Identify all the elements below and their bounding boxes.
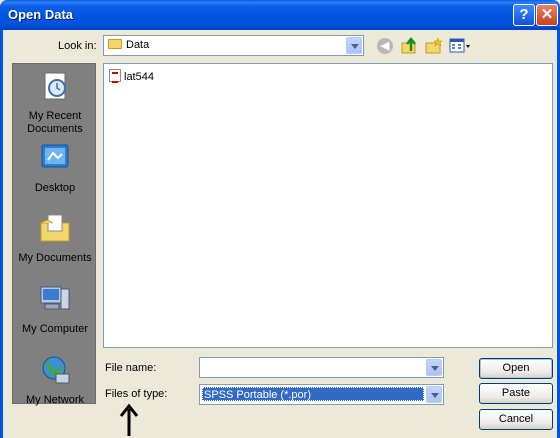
files-of-type-value: SPSS Portable (*.por) — [202, 387, 424, 401]
place-label: My Documents — [18, 252, 92, 264]
chevron-down-icon[interactable] — [426, 386, 442, 403]
window-frame-left — [0, 30, 3, 438]
place-label: My Computer — [21, 323, 89, 335]
places-bar: My Recent Documents Desktop My Documents… — [12, 63, 97, 407]
views-menu-icon[interactable] — [449, 37, 471, 55]
up-one-level-icon[interactable] — [401, 37, 419, 55]
file-list[interactable]: lat544 — [103, 63, 553, 348]
chevron-down-icon[interactable] — [426, 359, 442, 376]
files-of-type-dropdown[interactable]: SPSS Portable (*.por) — [199, 384, 444, 405]
look-in-label: Look in: — [58, 40, 97, 52]
place-my-recent-documents[interactable]: My Recent Documents — [13, 70, 97, 136]
place-my-computer[interactable]: My Computer — [13, 283, 97, 336]
place-my-documents[interactable]: My Documents — [13, 212, 97, 265]
title-bar[interactable]: Open Data ? ✕ — [0, 0, 560, 30]
place-label: Desktop — [34, 182, 76, 194]
spss-file-icon — [109, 69, 121, 83]
file-item[interactable]: lat544 — [109, 69, 154, 83]
look-in-value: Data — [126, 39, 150, 51]
my-network-icon — [42, 356, 70, 384]
back-arrow-icon[interactable]: ◀ — [377, 38, 393, 54]
new-folder-icon[interactable] — [425, 37, 443, 55]
my-documents-icon — [40, 214, 70, 242]
place-label: My Network — [25, 394, 85, 406]
folder-icon — [108, 39, 122, 49]
help-button[interactable]: ? — [513, 4, 535, 26]
place-label: My Recent Documents — [27, 110, 83, 135]
file-name: lat544 — [124, 71, 154, 83]
my-computer-icon — [40, 286, 70, 310]
files-of-type-label: Files of type: — [105, 388, 168, 400]
recent-documents-icon — [44, 72, 66, 100]
paste-button[interactable]: Paste — [479, 383, 553, 404]
place-desktop[interactable]: Desktop — [13, 142, 97, 195]
window-title: Open Data — [8, 7, 74, 22]
chevron-down-icon[interactable] — [346, 37, 362, 54]
close-button[interactable]: ✕ — [536, 4, 558, 26]
annotation-arrow-icon — [119, 403, 139, 436]
place-my-network[interactable]: My Network — [13, 354, 97, 407]
file-name-input[interactable] — [199, 357, 444, 378]
open-button[interactable]: Open — [479, 358, 553, 379]
cancel-button[interactable]: Cancel — [479, 409, 553, 430]
desktop-icon — [41, 144, 69, 168]
file-name-label: File name: — [105, 362, 157, 374]
look-in-dropdown[interactable]: Data — [103, 35, 364, 56]
